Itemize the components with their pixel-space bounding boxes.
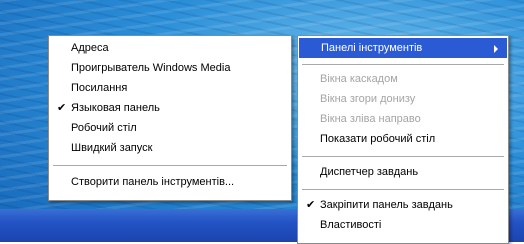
menu-item-label: Закріпити панель завдань [320, 199, 453, 211]
menu-separator [302, 156, 504, 157]
menu-item-label: Адреса [71, 42, 109, 54]
checkmark-icon: ✔ [306, 199, 316, 211]
menu-item-label: Посилання [71, 82, 128, 94]
menu-item-show-desktop[interactable]: Показати робочий стіл [298, 129, 508, 149]
menu-item-label: Вікна зліва направо [320, 113, 421, 125]
menu-item-properties[interactable]: Властивості [298, 215, 508, 235]
menu-item-label: Показати робочий стіл [320, 133, 436, 145]
submenu-arrow-icon [494, 45, 498, 53]
menu-item-label: Языковая панель [71, 102, 160, 114]
menu-item-links[interactable]: Посилання [49, 78, 291, 98]
menu-item-address[interactable]: Адреса [49, 38, 291, 58]
menu-item-label: Робочий стіл [71, 122, 137, 134]
menu-item-windows-media-player[interactable]: Проигрыватель Windows Media [49, 58, 291, 78]
menu-item-label: Диспетчер завдань [320, 166, 419, 178]
menu-item-cascade-windows[interactable]: Вікна каскадом [298, 69, 508, 89]
menu-item-tile-horizontally[interactable]: Вікна зліва направо [298, 109, 508, 129]
menu-separator [302, 64, 504, 65]
taskbar-context-menu: Панелі інструментів Вікна каскадом Вікна… [297, 35, 509, 244]
menu-separator [302, 189, 504, 190]
menu-item-label: Створити панель інструментів... [71, 176, 235, 188]
menu-item-new-toolbar[interactable]: Створити панель інструментів... [49, 172, 291, 192]
menu-item-lock-taskbar[interactable]: ✔ Закріпити панель завдань [298, 195, 508, 215]
menu-item-quick-launch[interactable]: Швидкий запуск [49, 138, 291, 158]
menu-item-tile-vertically[interactable]: Вікна згори донизу [298, 89, 508, 109]
menu-item-desktop[interactable]: Робочий стіл [49, 118, 291, 138]
checkmark-icon: ✔ [57, 102, 67, 114]
menu-item-label: Вікна згори донизу [320, 93, 416, 105]
menu-item-label: Властивості [320, 219, 382, 231]
menu-separator [53, 165, 287, 166]
menu-item-task-manager[interactable]: Диспетчер завдань [298, 162, 508, 182]
menu-item-toolbars[interactable]: Панелі інструментів [299, 38, 507, 58]
menu-item-label: Проигрыватель Windows Media [71, 62, 231, 74]
menu-item-label: Вікна каскадом [320, 73, 398, 85]
menu-item-label: Швидкий запуск [71, 142, 153, 154]
menu-item-language-bar[interactable]: ✔ Языковая панель [49, 98, 291, 118]
toolbars-submenu: Адреса Проигрыватель Windows Media Посил… [48, 35, 292, 201]
menu-item-label: Панелі інструментів [321, 42, 423, 54]
